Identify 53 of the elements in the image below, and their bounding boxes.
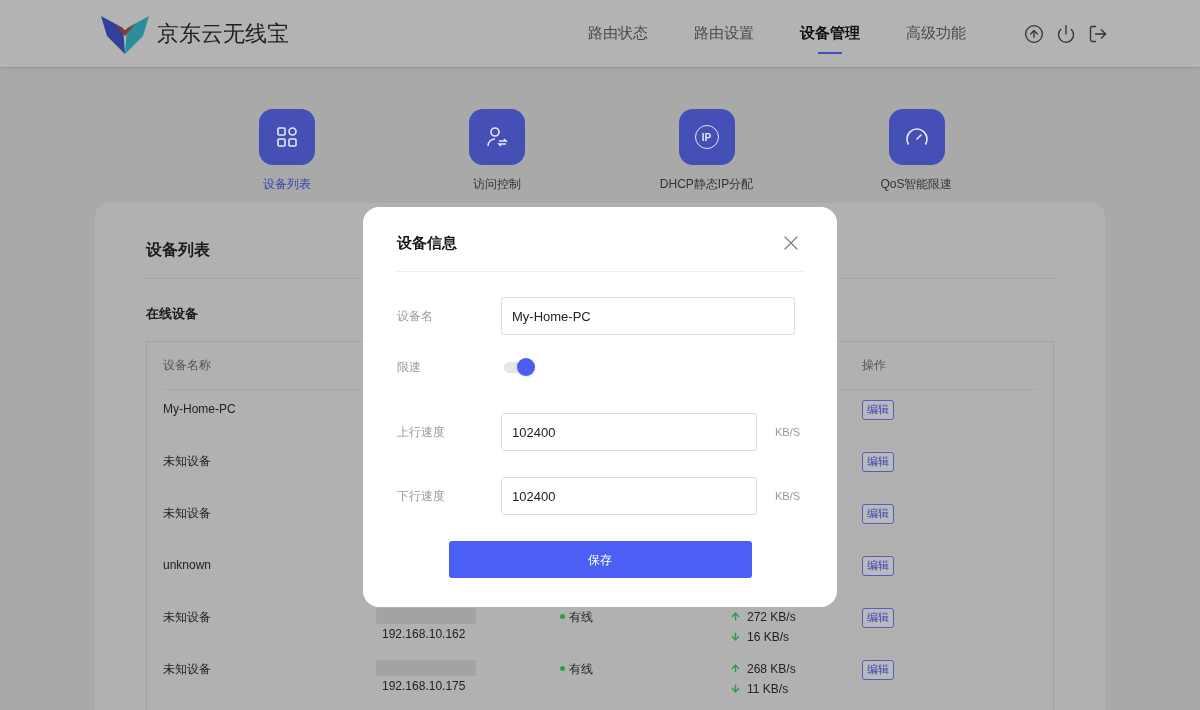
nav-tab[interactable]: 高级功能 — [906, 0, 966, 67]
table-cell-text: 11 KB/s — [747, 680, 789, 698]
feature-tab[interactable]: IP DHCP静态IP分配 — [646, 109, 767, 193]
text-field[interactable]: My-Home-PC — [501, 297, 795, 335]
table-cell-text: unknown — [163, 556, 213, 574]
power-icon[interactable] — [1056, 23, 1076, 44]
edit-button[interactable]: 编辑 — [862, 451, 894, 472]
table-cell-text: 272 KB/s — [747, 608, 796, 626]
card-title: 设备列表 — [146, 240, 210, 260]
logo-icon — [101, 13, 149, 54]
field-label: 上行速度 — [397, 424, 446, 441]
arrow-down-icon — [730, 683, 741, 694]
unit-label: KB/S — [775, 424, 801, 440]
arrow-up-icon — [730, 611, 741, 622]
upload-icon[interactable] — [1024, 23, 1044, 44]
table-cell-text: 未知设备 — [163, 608, 212, 626]
dialog-title: 设备信息 — [397, 232, 457, 253]
table-cell-text: 268 KB/s — [747, 660, 796, 678]
section-title: 在线设备 — [146, 305, 198, 323]
grid-icon — [275, 126, 298, 148]
logout-icon[interactable] — [1088, 23, 1108, 44]
field-label: 限速 — [397, 359, 422, 376]
edit-button[interactable]: 编辑 — [862, 607, 894, 628]
table-cell-text: My-Home-PC — [163, 400, 237, 418]
save-button[interactable]: 保存 — [448, 541, 752, 578]
user-swap-icon — [484, 125, 509, 149]
edit-button[interactable]: 编辑 — [862, 555, 894, 576]
arrow-down-icon — [730, 631, 741, 642]
edit-button[interactable]: 编辑 — [862, 659, 894, 680]
table-cell-text: 未知设备 — [163, 504, 212, 522]
nav-tab[interactable]: 路由状态 — [588, 0, 648, 67]
text-field[interactable]: 102400 — [501, 477, 757, 515]
field-label: 设备名 — [397, 308, 434, 325]
feature-tab[interactable]: QoS智能限速 — [856, 109, 977, 193]
text-field[interactable]: 102400 — [501, 413, 757, 451]
table-cell-text: 未知设备 — [163, 660, 212, 678]
column-header: 操作 — [862, 357, 887, 374]
arrow-up-icon — [730, 663, 741, 674]
edit-button[interactable]: 编辑 — [862, 399, 894, 420]
unit-label: KB/S — [775, 488, 801, 504]
nav-tab[interactable]: 设备管理 — [800, 0, 860, 67]
nav-tab[interactable]: 路由设置 — [694, 0, 754, 67]
feature-tab[interactable]: 访问控制 — [436, 109, 557, 193]
brand-name: 京东云无线宝 — [157, 20, 289, 48]
table-cell-text: 192.168.10.175 — [382, 677, 467, 695]
table-cell-text: 192.168.10.162 — [382, 625, 467, 643]
table-cell-text: 有线 — [569, 660, 593, 678]
edit-button[interactable]: 编辑 — [862, 503, 894, 524]
field-label: 下行速度 — [397, 488, 446, 505]
table-cell-text: 未知设备 — [163, 452, 212, 470]
table-cell-text: 有线 — [569, 608, 593, 626]
table-cell-text: 16 KB/s — [747, 628, 790, 646]
column-header: 设备名称 — [163, 357, 212, 374]
